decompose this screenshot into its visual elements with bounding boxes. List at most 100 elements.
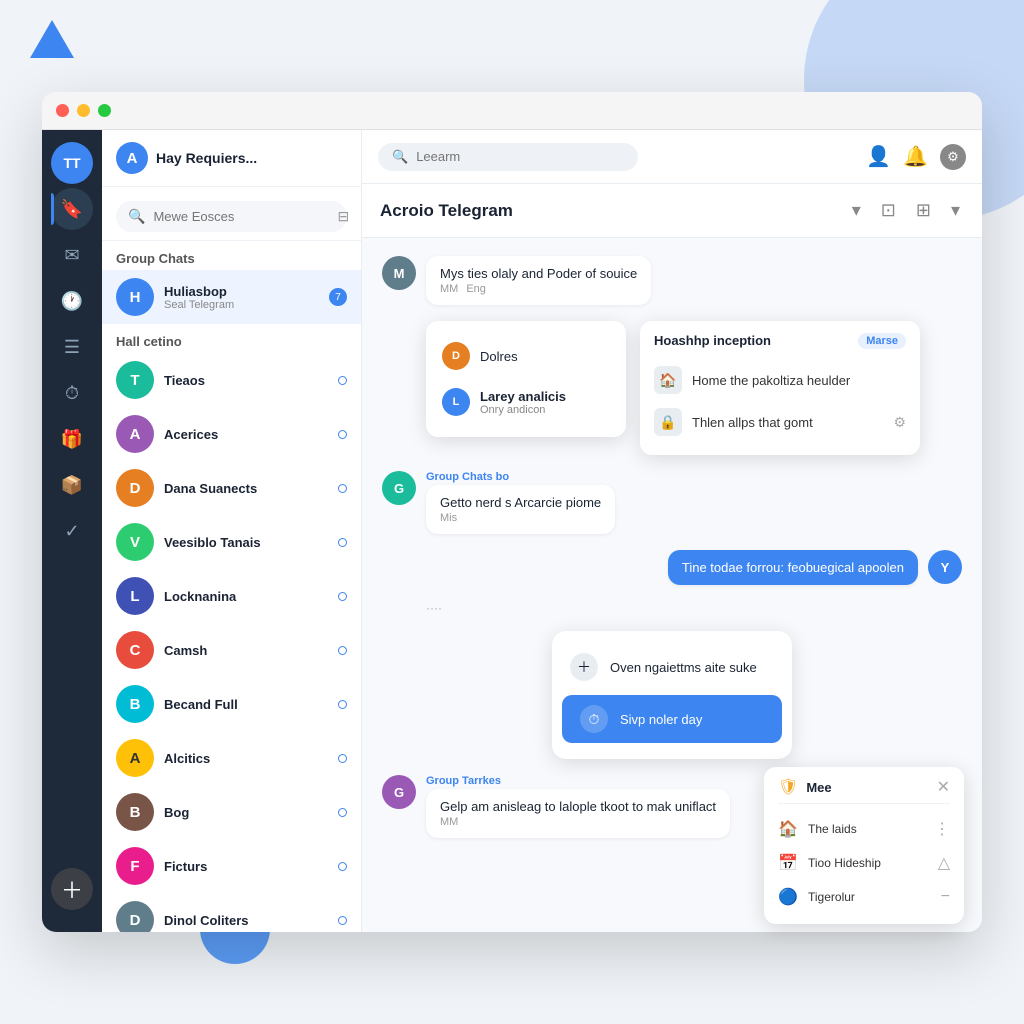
chat-sub-huliasbop: Seal Telegram — [164, 299, 319, 311]
topbar-settings-icon[interactable]: ⚙ — [940, 144, 966, 170]
suggestion-popup: Hoashhp inception Marse 🏠 Home the pakol… — [640, 321, 920, 455]
chat-item-bog[interactable]: B Bog — [102, 785, 361, 839]
chat-info-acerices: Acerices — [164, 427, 328, 442]
sidebar-history-icon[interactable]: ⏱ — [51, 372, 93, 414]
mini-popup-close-button[interactable]: ✕ — [937, 777, 950, 797]
sidebar-check-icon[interactable]: ✓ — [51, 510, 93, 552]
chat-avatar-locknanina: L — [116, 577, 154, 615]
bg-logo-triangle — [30, 20, 74, 58]
chat-search-area: 🔍 ⊟ — [102, 187, 361, 241]
chat-item-ficturs[interactable]: F Ficturs — [102, 839, 361, 893]
chat-dot-bog — [338, 808, 347, 817]
msg-meta-3: Mis — [440, 512, 601, 524]
chat-item-locknanina[interactable]: L Locknanina — [102, 569, 361, 623]
chat-item-huliasbop[interactable]: H Huliasbop Seal Telegram 7 — [102, 270, 361, 324]
chat-item-veesiblo[interactable]: V Veesiblo Tanais — [102, 515, 361, 569]
mini-popup-shield-icon: 🛡 — [778, 777, 798, 797]
chat-info-alcitics: Alcitics — [164, 751, 328, 766]
popup-item-dolres[interactable]: D Dolres — [426, 333, 626, 379]
chat-avatar-acerices: A — [116, 415, 154, 453]
sidebar-add-button[interactable]: ＋ — [51, 868, 93, 910]
suggestion-text-2: Thlen allps that gomt — [692, 415, 813, 430]
chat-dot-camsh — [338, 646, 347, 655]
hall-ceting-label: Hall cetino — [102, 324, 361, 353]
chat-panel-header: A Hay Requiers... — [102, 130, 361, 187]
popup-name-dolres: Dolres — [480, 349, 518, 364]
chat-name-huliasbop: Huliasbop — [164, 284, 319, 299]
chat-topbar-share[interactable]: ⊞ — [912, 196, 935, 225]
chat-avatar-becand: B — [116, 685, 154, 723]
action-item-2[interactable]: ⏱ Sivp noler day — [562, 695, 782, 743]
chat-avatar-huliasbop: H — [116, 278, 154, 316]
popup-item-larey[interactable]: L Larey analicis Onry andicon — [426, 379, 626, 425]
sidebar-mail-icon[interactable]: ✉ — [51, 234, 93, 276]
filter-icon[interactable]: ⊟ — [337, 208, 349, 225]
chat-topbar-window[interactable]: ⊡ — [877, 196, 900, 225]
chat-item-camsh[interactable]: C Camsh — [102, 623, 361, 677]
sidebar-archive-icon[interactable]: 📦 — [51, 464, 93, 506]
chat-item-acerices[interactable]: A Acerices — [102, 407, 361, 461]
typing-indicator: ···· — [382, 601, 962, 615]
topbar-actions: 👤 🔔 ⚙ — [866, 144, 966, 170]
msg-meta-1: MM Eng — [440, 283, 637, 295]
chat-name-veesiblo: Veesiblo Tanais — [164, 535, 328, 550]
chat-dot-ficturs — [338, 862, 347, 871]
msg-avatar-1: M — [382, 256, 416, 290]
chat-dot-tieaos — [338, 376, 347, 385]
mini-popup-action-3[interactable]: − — [941, 888, 950, 906]
chat-item-tieaos[interactable]: T Tieaos — [102, 353, 361, 407]
mini-popup-item-text-2: Tioo Hideship — [808, 856, 881, 870]
action-item-1[interactable]: ＋ Oven ngaiettms aite suke — [552, 643, 792, 691]
suggestion-icon-home: 🏠 — [654, 366, 682, 394]
mini-popup-title: Mee — [806, 780, 928, 795]
titlebar-minimize[interactable] — [77, 104, 90, 117]
chat-badge-huliasbop: 7 — [329, 288, 347, 306]
titlebar-maximize[interactable] — [98, 104, 111, 117]
chat-avatar-camsh: C — [116, 631, 154, 669]
mini-popup-container: 🛡 Mee ✕ 🏠 The laids ⋮ 📅 Tioo Hideship △ … — [764, 767, 964, 924]
chat-info-huliasbop: Huliasbop Seal Telegram — [164, 284, 319, 311]
msg-content-4: Group Tarrkes Gelp am anisleag to lalopl… — [426, 775, 730, 838]
chat-topbar-more[interactable]: ▾ — [947, 196, 964, 225]
msg-meta-mm: MM — [440, 283, 458, 295]
titlebar-close[interactable] — [56, 104, 69, 117]
chat-name-camsh: Camsh — [164, 643, 328, 658]
topbar-user-icon[interactable]: 👤 — [866, 144, 891, 169]
sidebar-user-avatar[interactable]: TT — [51, 142, 93, 184]
chat-dot-becand — [338, 700, 347, 709]
chat-area-topbar: 🔍 👤 🔔 ⚙ — [362, 130, 982, 184]
chat-item-dana[interactable]: D Dana Suanects — [102, 461, 361, 515]
top-search-input[interactable] — [416, 149, 624, 164]
mini-popup-cal-icon: 📅 — [778, 853, 798, 873]
mini-popup-action-1[interactable]: ⋮ — [934, 819, 950, 839]
sidebar-item-bookmark[interactable]: 🔖 — [51, 188, 93, 230]
action-text-2: Sivp noler day — [620, 712, 702, 727]
chat-item-becand[interactable]: B Becand Full — [102, 677, 361, 731]
top-search-icon: 🔍 — [392, 149, 408, 165]
typing-text: ···· — [426, 601, 442, 615]
sidebar-list-icon[interactable]: ☰ — [51, 326, 93, 368]
chat-item-alcitics[interactable]: A Alcitics — [102, 731, 361, 785]
chat-search-input[interactable] — [153, 209, 329, 224]
topbar-bell-icon[interactable]: 🔔 — [903, 144, 928, 169]
icon-sidebar-top: TT 🔖 ✉ 🕐 ☰ ⏱ 🎁 📦 ✓ — [51, 142, 93, 862]
sidebar-clock-icon[interactable]: 🕐 — [51, 280, 93, 322]
mini-popup-item-2[interactable]: 📅 Tioo Hideship △ — [778, 846, 950, 880]
msg-sender-3: Group Chats bo — [426, 471, 615, 483]
chat-topbar-chevron[interactable]: ▾ — [848, 196, 865, 225]
suggestion-item-1[interactable]: 🏠 Home the pakoltiza heulder — [654, 359, 906, 401]
mini-popup: 🛡 Mee ✕ 🏠 The laids ⋮ 📅 Tioo Hideship △ … — [764, 767, 964, 924]
msg-meta-mm2: MM — [440, 816, 458, 828]
mini-popup-item-1[interactable]: 🏠 The laids ⋮ — [778, 812, 950, 846]
chat-item-dinol[interactable]: D Dinol Coliters — [102, 893, 361, 932]
suggestion-item-2[interactable]: 🔒 Thlen allps that gomt ⚙ — [654, 401, 906, 443]
mini-popup-action-2[interactable]: △ — [938, 853, 950, 873]
sidebar-gift-icon[interactable]: 🎁 — [51, 418, 93, 460]
action-icon-clock: ⏱ — [580, 705, 608, 733]
chat-dot-dinol — [338, 916, 347, 925]
chat-name-alcitics: Alcitics — [164, 751, 328, 766]
chat-avatar-dana: D — [116, 469, 154, 507]
chat-avatar-veesiblo: V — [116, 523, 154, 561]
popup-avatar-larey: L — [442, 388, 470, 416]
mini-popup-item-3[interactable]: 🔵 Tigerolur − — [778, 880, 950, 914]
